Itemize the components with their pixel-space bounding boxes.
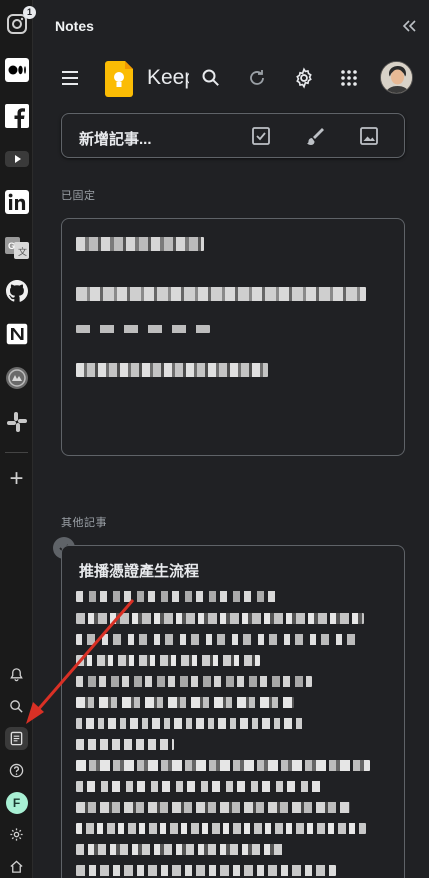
note-title: 推播憑證產生流程 bbox=[79, 563, 200, 580]
note-card[interactable]: 推播憑證產生流程 bbox=[61, 545, 405, 878]
avatar-letter: F bbox=[5, 791, 28, 814]
youtube-icon[interactable] bbox=[3, 145, 30, 172]
search-icon[interactable] bbox=[5, 695, 28, 718]
add-app-button[interactable]: + bbox=[3, 465, 30, 492]
obscured-text bbox=[76, 237, 204, 251]
account-avatar[interactable] bbox=[380, 61, 413, 94]
search-icon[interactable] bbox=[199, 66, 223, 90]
obscured-text bbox=[76, 739, 174, 750]
obscured-text bbox=[76, 591, 276, 602]
app-window: 1 G文 + F Notes Kee 新增記事... 已固定 其他記事 推播憑證… bbox=[0, 0, 429, 878]
help-icon[interactable] bbox=[5, 759, 28, 782]
new-note-bar[interactable]: 新增記事... bbox=[61, 113, 405, 158]
app-dock: 1 G文 + F bbox=[0, 0, 36, 878]
slack-icon[interactable] bbox=[3, 408, 30, 435]
bell-icon[interactable] bbox=[5, 663, 28, 686]
section-others-label: 其他記事 bbox=[61, 517, 107, 529]
medium-icon[interactable] bbox=[3, 56, 30, 83]
collapse-icon[interactable] bbox=[399, 16, 419, 36]
home-icon[interactable] bbox=[5, 855, 28, 878]
svg-text:文: 文 bbox=[18, 246, 27, 258]
section-pinned-label: 已固定 bbox=[61, 190, 96, 202]
obscured-text bbox=[76, 781, 326, 792]
image-icon[interactable] bbox=[358, 125, 380, 147]
obscured-text bbox=[76, 718, 304, 729]
settings-icon[interactable] bbox=[5, 823, 28, 846]
pinned-note-card[interactable] bbox=[61, 218, 405, 456]
obscured-text bbox=[76, 760, 370, 771]
new-note-placeholder[interactable]: 新增記事... bbox=[79, 128, 152, 149]
notification-badge: 1 bbox=[23, 6, 36, 19]
linkedin-icon[interactable] bbox=[3, 188, 30, 215]
obscured-text bbox=[76, 655, 260, 666]
panel-header: Notes bbox=[41, 0, 429, 52]
plus-icon: + bbox=[9, 464, 24, 492]
obscured-text bbox=[76, 865, 336, 876]
dock-divider bbox=[5, 452, 28, 453]
notes-panel: Notes Keep 新增記事... bbox=[41, 0, 429, 878]
obscured-text bbox=[76, 613, 364, 624]
obscured-text bbox=[76, 363, 268, 377]
facebook-icon[interactable] bbox=[3, 102, 30, 129]
obscured-text bbox=[76, 823, 366, 834]
obscured-text bbox=[76, 676, 312, 687]
refresh-icon[interactable] bbox=[245, 66, 269, 90]
menu-icon[interactable] bbox=[59, 67, 81, 89]
emblem-icon[interactable] bbox=[3, 364, 30, 391]
notes-icon[interactable] bbox=[5, 727, 28, 750]
google-translate-icon[interactable]: G文 bbox=[3, 234, 30, 261]
obscured-text bbox=[76, 802, 350, 813]
obscured-text bbox=[76, 325, 210, 333]
github-icon[interactable] bbox=[3, 277, 30, 304]
checkbox-icon[interactable] bbox=[250, 125, 272, 147]
panel-title: Notes bbox=[55, 18, 94, 34]
keep-app-name: Keep bbox=[147, 66, 189, 89]
brush-icon[interactable] bbox=[304, 125, 326, 147]
keep-appbar: Keep bbox=[41, 52, 429, 104]
keep-logo-icon bbox=[105, 61, 133, 97]
settings-icon[interactable] bbox=[292, 66, 316, 90]
obscured-text bbox=[76, 697, 294, 708]
obscured-text bbox=[76, 634, 356, 645]
instagram-icon[interactable]: 1 bbox=[3, 6, 36, 37]
notion-icon[interactable] bbox=[3, 320, 30, 347]
obscured-text bbox=[76, 844, 286, 855]
svg-text:G: G bbox=[8, 241, 15, 251]
apps-grid-icon[interactable] bbox=[337, 66, 361, 90]
obscured-text bbox=[76, 287, 366, 301]
profile-avatar[interactable]: F bbox=[5, 791, 28, 814]
